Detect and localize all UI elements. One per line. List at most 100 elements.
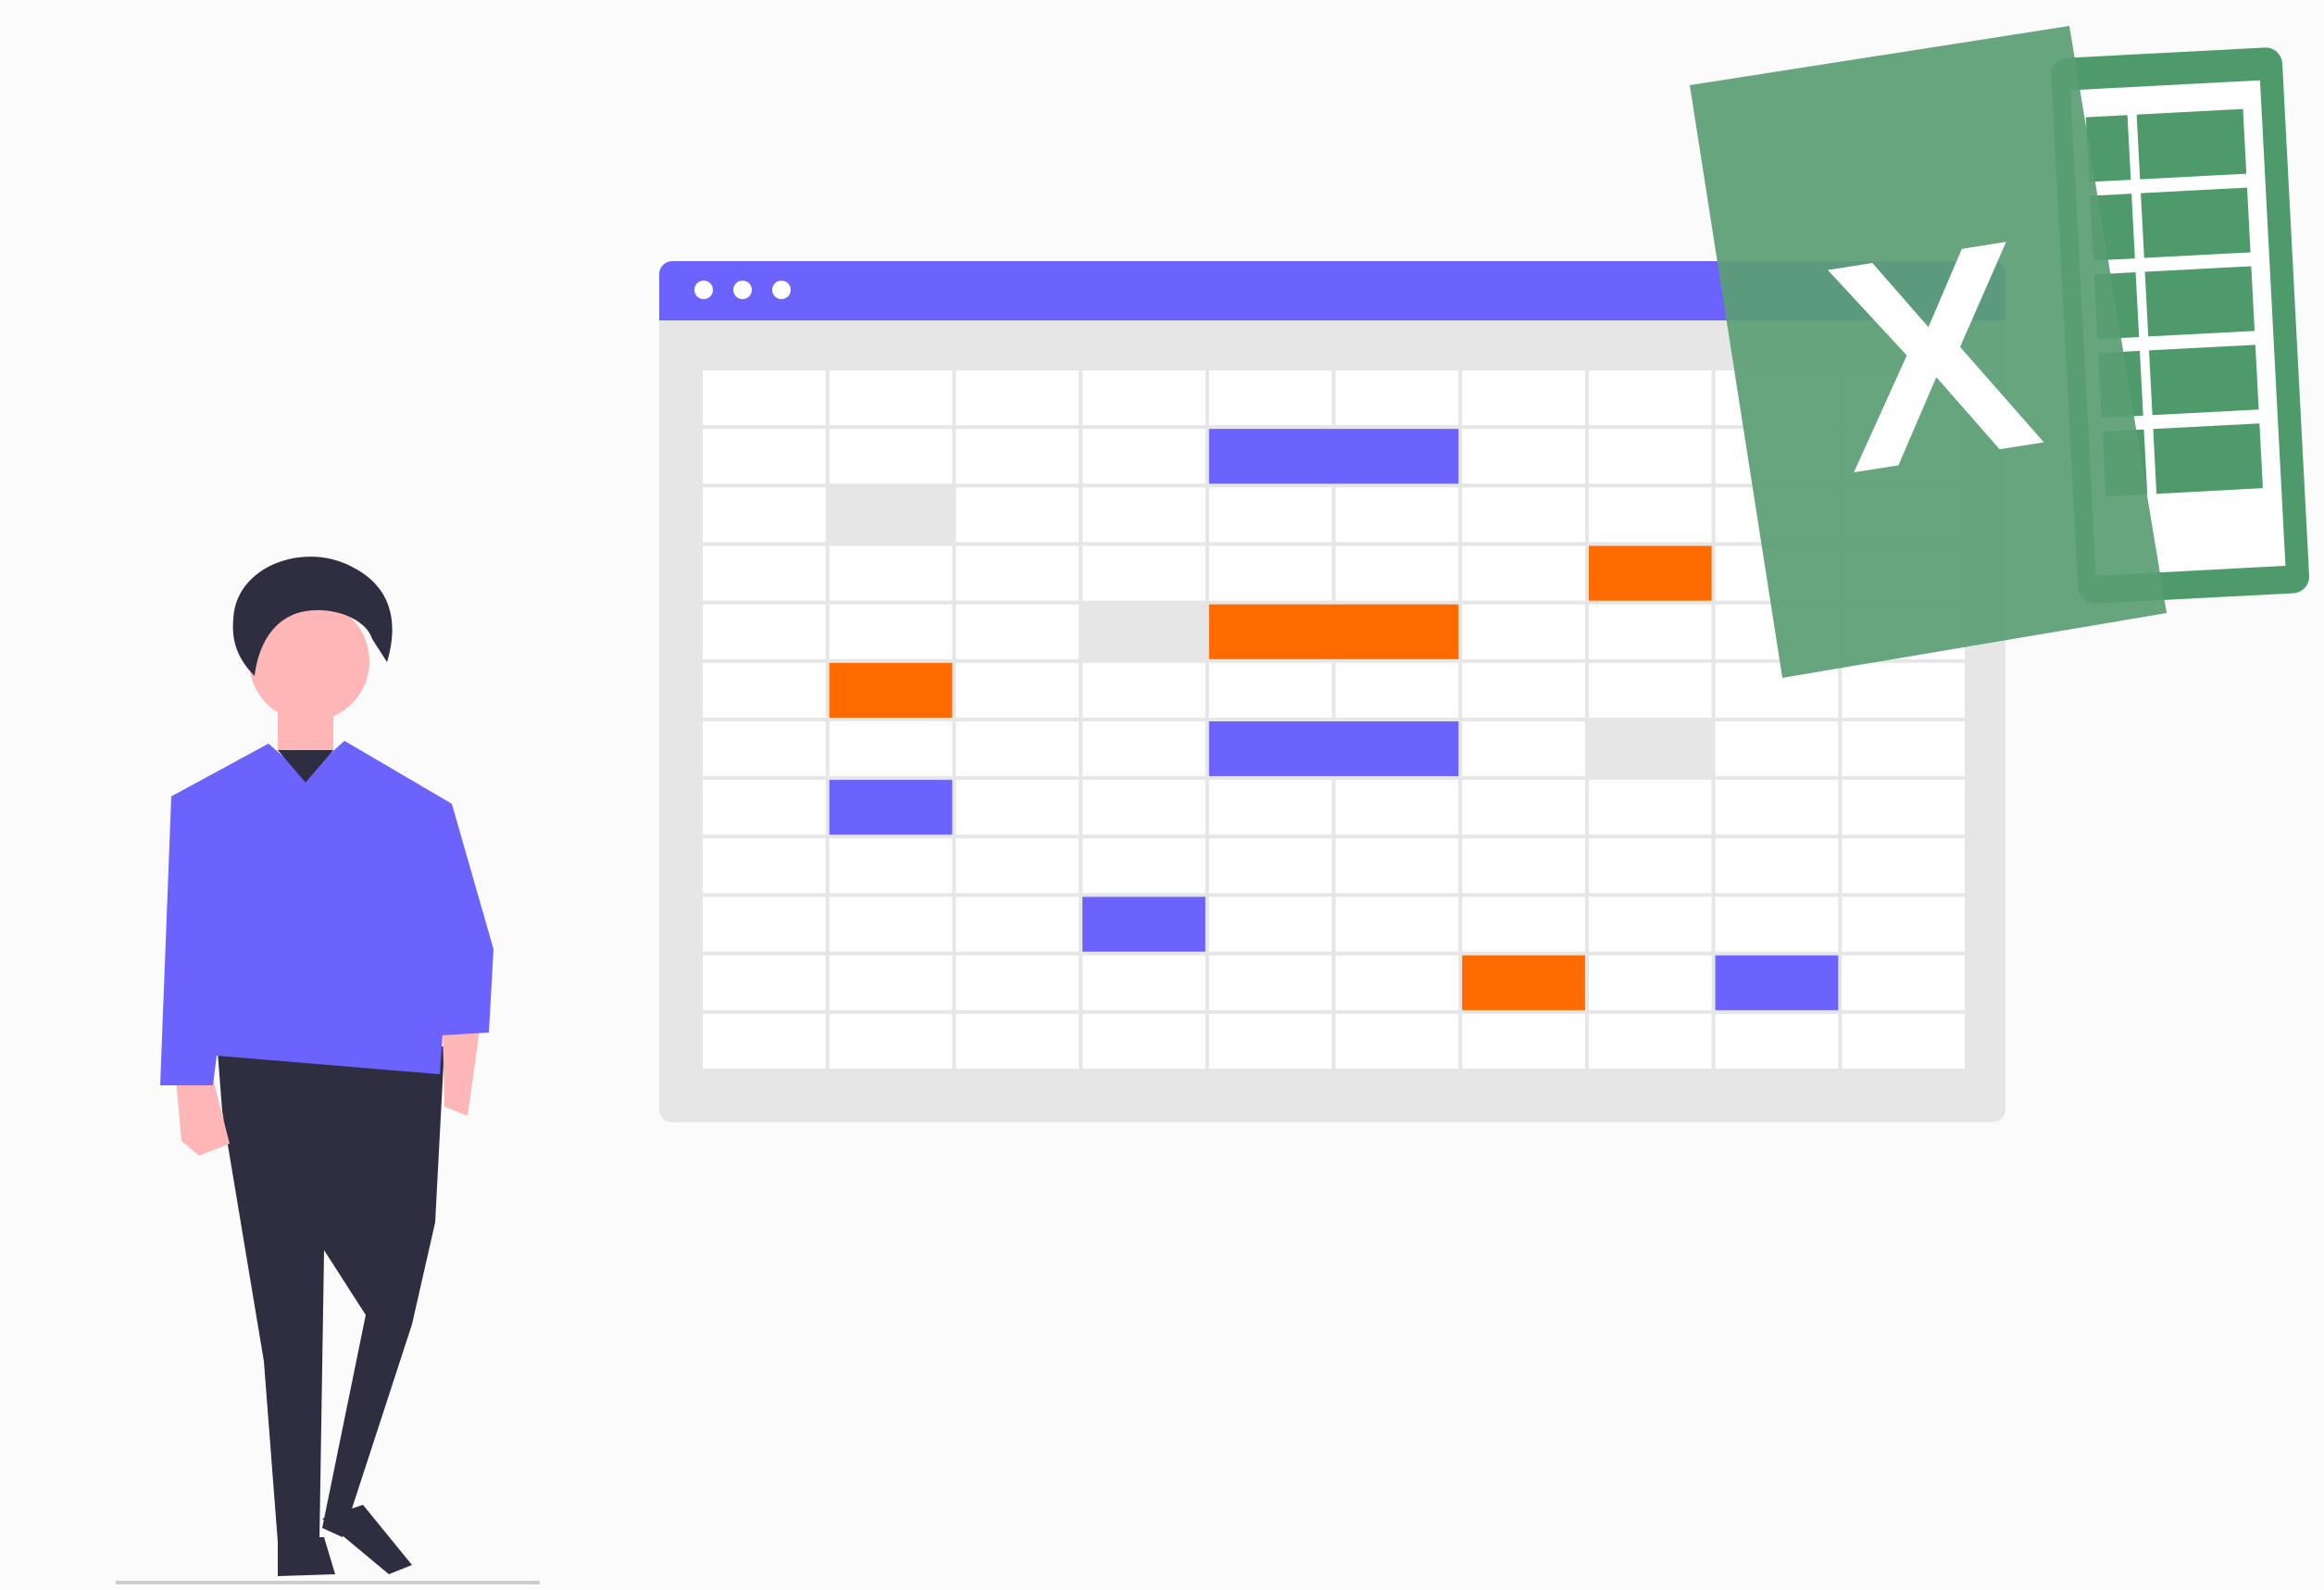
- sheet-cell: [1588, 1013, 1712, 1069]
- sheet-cell: [956, 1013, 1080, 1069]
- sheet-cell: [1082, 487, 1206, 543]
- highlighted-cell-orange: [1588, 545, 1712, 601]
- window-dot-3: [772, 281, 791, 299]
- sheet-cell: [1842, 721, 1965, 777]
- sheet-cell: [1462, 545, 1585, 601]
- sheet-cell: [1588, 429, 1712, 484]
- highlighted-cell-purple: [1208, 429, 1459, 484]
- sheet-cell: [1588, 838, 1712, 894]
- sheet-cell: [1335, 545, 1459, 601]
- sheet-cell: [956, 955, 1080, 1010]
- highlighted-cell-purple: [1082, 896, 1206, 952]
- sheet-cell: [1335, 487, 1459, 543]
- sheet-cell: [1462, 429, 1585, 484]
- sheet-cell: [1462, 662, 1585, 718]
- sheet-cell: [703, 370, 826, 426]
- excel-logo-icon: X: [1690, 26, 2309, 678]
- sheet-cell: [1208, 545, 1332, 601]
- window-dot-2: [733, 281, 752, 299]
- sheet-cell: [956, 545, 1080, 601]
- person-hand-right: [443, 1028, 480, 1116]
- sheet-cell: [1208, 838, 1332, 894]
- sheet-cell: [956, 780, 1080, 835]
- sheet-cell: [1335, 780, 1459, 835]
- person-shoe-left: [278, 1537, 335, 1576]
- sheet-cell: [1588, 896, 1712, 952]
- sheet-cell: [1208, 662, 1332, 718]
- sheet-cell: [703, 662, 826, 718]
- sheet-cell: [1842, 896, 1965, 952]
- sheet-cell: [1082, 370, 1206, 426]
- window-controls-icon: [694, 281, 791, 299]
- sheet-cell: [956, 429, 1080, 484]
- sheet-cell: [1082, 780, 1206, 835]
- window-dot-1: [694, 281, 713, 299]
- person-shoe-right: [322, 1505, 412, 1574]
- sheet-cell: [1588, 487, 1712, 543]
- sheet-cell: [1588, 955, 1712, 1010]
- sheet-cell: [1082, 838, 1206, 894]
- sheet-cell: [1842, 662, 1965, 718]
- sheet-cell: [829, 838, 953, 894]
- sheet-cell: [1208, 780, 1332, 835]
- sheet-cell: [1715, 780, 1839, 835]
- sheet-cell: [956, 662, 1080, 718]
- sheet-cell: [1082, 955, 1206, 1010]
- highlighted-cell-gray: [829, 487, 953, 543]
- highlighted-cell-orange: [1208, 604, 1459, 659]
- sheet-cell: [1462, 487, 1585, 543]
- sheet-cell: [1462, 1013, 1585, 1069]
- highlighted-cell-purple: [829, 780, 953, 835]
- sheet-cell: [829, 721, 953, 777]
- sheet-cell: [1462, 896, 1585, 952]
- excel-cell: [2153, 423, 2263, 495]
- sheet-cell: [1462, 604, 1585, 659]
- sheet-cell: [1208, 370, 1332, 426]
- sheet-cell: [1082, 545, 1206, 601]
- sheet-cell: [1335, 896, 1459, 952]
- sheet-cell: [1842, 955, 1965, 1010]
- sheet-cell: [829, 545, 953, 601]
- sheet-cell: [703, 838, 826, 894]
- sheet-cell: [703, 545, 826, 601]
- highlighted-cell-purple: [1208, 721, 1459, 777]
- sheet-cell: [1082, 721, 1206, 777]
- sheet-cell: [1715, 896, 1839, 952]
- sheet-cell: [703, 1013, 826, 1069]
- sheet-cell: [1082, 662, 1206, 718]
- sheet-cell: [829, 370, 953, 426]
- excel-cell: [2141, 187, 2251, 258]
- highlighted-cell-purple: [1715, 955, 1839, 1010]
- excel-cell: [2136, 108, 2247, 180]
- sheet-cell: [1842, 1013, 1965, 1069]
- illustration-canvas: X: [0, 0, 2324, 1590]
- excel-cell: [2149, 344, 2259, 416]
- sheet-cell: [1208, 896, 1332, 952]
- sheet-cell: [829, 955, 953, 1010]
- person-shirt: [160, 741, 494, 1085]
- sheet-cell: [1208, 1013, 1332, 1069]
- sheet-cell: [1082, 429, 1206, 484]
- sheet-cell: [1588, 604, 1712, 659]
- sheet-cell: [1715, 838, 1839, 894]
- sheet-cell: [1208, 955, 1332, 1010]
- sheet-cell: [829, 1013, 953, 1069]
- sheet-cell: [1462, 370, 1585, 426]
- sheet-cell: [956, 896, 1080, 952]
- sheet-cell: [703, 896, 826, 952]
- sheet-cell: [1335, 662, 1459, 718]
- sheet-cell: [1588, 370, 1712, 426]
- sheet-cell: [829, 604, 953, 659]
- sheet-cell: [1335, 370, 1459, 426]
- sheet-cell: [829, 429, 953, 484]
- sheet-cell: [1842, 780, 1965, 835]
- sheet-cell: [956, 721, 1080, 777]
- sheet-cell: [1588, 662, 1712, 718]
- sheet-cell: [703, 955, 826, 1010]
- highlighted-cell-gray: [1588, 721, 1712, 777]
- sheet-cell: [703, 721, 826, 777]
- sheet-cell: [1462, 838, 1585, 894]
- sheet-cell: [1715, 1013, 1839, 1069]
- scene: X: [116, 26, 2309, 1584]
- person-pants: [218, 1046, 444, 1542]
